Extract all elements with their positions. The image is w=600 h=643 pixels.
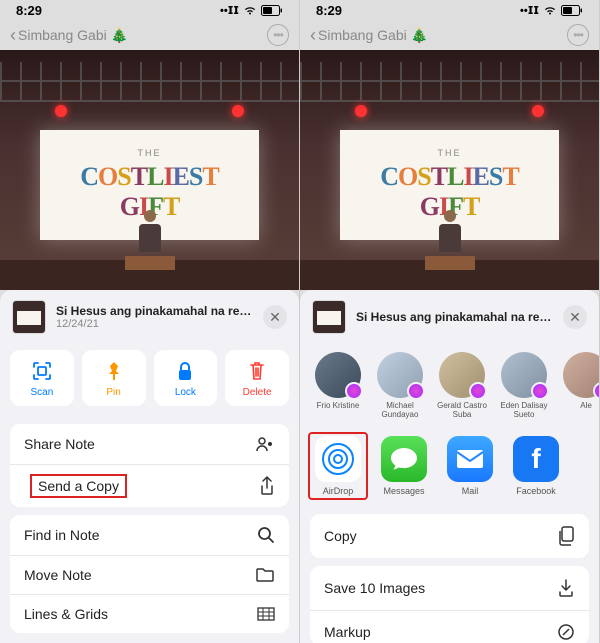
move-note-item[interactable]: Move Note	[10, 556, 289, 595]
share-actions-list-2: Save 10 Images Markup	[310, 566, 589, 643]
sheet-header: Si Hesus ang pinakamahal na regalo. 12/2…	[0, 290, 299, 344]
nav-bar: ‹ Simbang Gabi 🎄 •••	[300, 20, 599, 50]
contacts-row: Frio Kristine Michael Gundayao Gerald Ca…	[300, 344, 599, 426]
scan-icon	[31, 360, 53, 382]
messenger-badge-icon	[531, 382, 549, 400]
find-in-note-item[interactable]: Find in Note	[10, 515, 289, 556]
more-button[interactable]: •••	[267, 24, 289, 46]
save-images-item[interactable]: Save 10 Images	[310, 566, 589, 611]
close-button[interactable]: ✕	[263, 305, 287, 329]
close-icon: ✕	[269, 309, 281, 326]
status-time: 8:29	[16, 3, 42, 18]
sheet-title: Si Hesus ang pinakamahal na regalo.	[56, 304, 253, 318]
scan-button[interactable]: Scan	[10, 350, 74, 406]
status-time: 8:29	[316, 3, 342, 18]
grid-icon	[257, 607, 275, 621]
signal-icon: ••𝗜𝗜	[520, 4, 539, 17]
share-sheet: Si Hesus ang pinakamahal na regalo. ✕ Fr…	[300, 290, 599, 643]
copy-item[interactable]: Copy	[310, 514, 589, 558]
avatar	[563, 352, 599, 398]
airdrop-icon	[315, 436, 361, 482]
search-icon	[257, 526, 275, 544]
share-actions-list: Copy	[310, 514, 589, 558]
pin-button[interactable]: Pin	[82, 350, 146, 406]
messenger-badge-icon	[407, 382, 425, 400]
back-button[interactable]: ‹ Simbang Gabi 🎄	[10, 25, 128, 46]
sheet-title: Si Hesus ang pinakamahal na regalo.	[356, 310, 553, 324]
avatar	[439, 352, 485, 398]
sheet-date: 12/24/21	[56, 318, 253, 330]
facebook-app[interactable]: f Facebook	[510, 436, 562, 496]
avatar	[501, 352, 547, 398]
status-indicators: ••𝗜𝗜	[520, 4, 583, 17]
note-thumbnail	[12, 300, 46, 334]
note-photo[interactable]: THE COSTLIEST GIFT	[300, 50, 599, 290]
more-button[interactable]: •••	[567, 24, 589, 46]
send-copy-item[interactable]: Send a Copy	[10, 465, 289, 507]
avatar	[377, 352, 423, 398]
lock-icon	[176, 360, 194, 382]
share-note-item[interactable]: Share Note	[10, 424, 289, 465]
wifi-icon	[543, 5, 557, 15]
ellipsis-icon: •••	[273, 28, 283, 42]
share-icon	[259, 476, 275, 496]
mail-icon	[447, 436, 493, 482]
messenger-badge-icon	[593, 382, 599, 400]
close-icon: ✕	[569, 309, 581, 326]
mail-app[interactable]: Mail	[444, 436, 496, 496]
nav-bar: ‹ Simbang Gabi 🎄 •••	[0, 20, 299, 50]
menu-group-2: Find in Note Move Note Lines & Grids	[10, 515, 289, 633]
copy-icon	[557, 526, 575, 546]
folder-icon	[255, 567, 275, 583]
sheet-header: Si Hesus ang pinakamahal na regalo. ✕	[300, 290, 599, 344]
action-sheet: Si Hesus ang pinakamahal na regalo. 12/2…	[0, 290, 299, 643]
trash-icon	[248, 360, 266, 382]
status-bar: 8:29 ••𝗜𝗜	[300, 0, 599, 20]
battery-icon	[561, 5, 583, 16]
contact-item[interactable]: Eden Dalisay Sueto	[498, 352, 550, 420]
lock-button[interactable]: Lock	[154, 350, 218, 406]
status-bar: 8:29 ••𝗜𝗜	[0, 0, 299, 20]
avatar	[315, 352, 361, 398]
download-icon	[557, 578, 575, 598]
back-button[interactable]: ‹ Simbang Gabi 🎄	[310, 25, 428, 46]
back-label: Simbang Gabi 🎄	[18, 27, 128, 44]
quick-actions: Scan Pin Lock Delete	[0, 344, 299, 416]
phone-right: 8:29 ••𝗜𝗜 ‹ Simbang Gabi 🎄 ••• THE COSTL…	[300, 0, 600, 643]
contact-item[interactable]: Ale	[560, 352, 599, 420]
close-button[interactable]: ✕	[563, 305, 587, 329]
contact-item[interactable]: Frio Kristine	[312, 352, 364, 420]
markup-item[interactable]: Markup	[310, 611, 589, 643]
chevron-left-icon: ‹	[10, 25, 16, 46]
facebook-icon: f	[513, 436, 559, 482]
lines-grids-item[interactable]: Lines & Grids	[10, 595, 289, 633]
ellipsis-icon: •••	[573, 28, 583, 42]
signal-icon: ••𝗜𝗜	[220, 4, 239, 17]
note-thumbnail	[312, 300, 346, 334]
pin-icon	[104, 360, 124, 382]
collaborate-icon	[255, 435, 275, 453]
battery-icon	[261, 5, 283, 16]
status-indicators: ••𝗜𝗜	[220, 4, 283, 17]
messenger-badge-icon	[345, 382, 363, 400]
apps-row: AirDrop Messages Mail f Facebook	[300, 426, 599, 506]
menu-group-1: Share Note Send a Copy	[10, 424, 289, 507]
contact-item[interactable]: Michael Gundayao	[374, 352, 426, 420]
phone-left: 8:29 ••𝗜𝗜 ‹ Simbang Gabi 🎄 ••• THE COSTL…	[0, 0, 300, 643]
messages-icon	[381, 436, 427, 482]
back-label: Simbang Gabi 🎄	[318, 27, 428, 44]
airdrop-app[interactable]: AirDrop	[312, 436, 364, 496]
messages-app[interactable]: Messages	[378, 436, 430, 496]
contact-item[interactable]: Gerald Castro Suba	[436, 352, 488, 420]
note-photo[interactable]: THE COSTLIEST GIFT	[0, 50, 299, 290]
messenger-badge-icon	[469, 382, 487, 400]
wifi-icon	[243, 5, 257, 15]
markup-icon	[557, 623, 575, 641]
delete-button[interactable]: Delete	[225, 350, 289, 406]
chevron-left-icon: ‹	[310, 25, 316, 46]
